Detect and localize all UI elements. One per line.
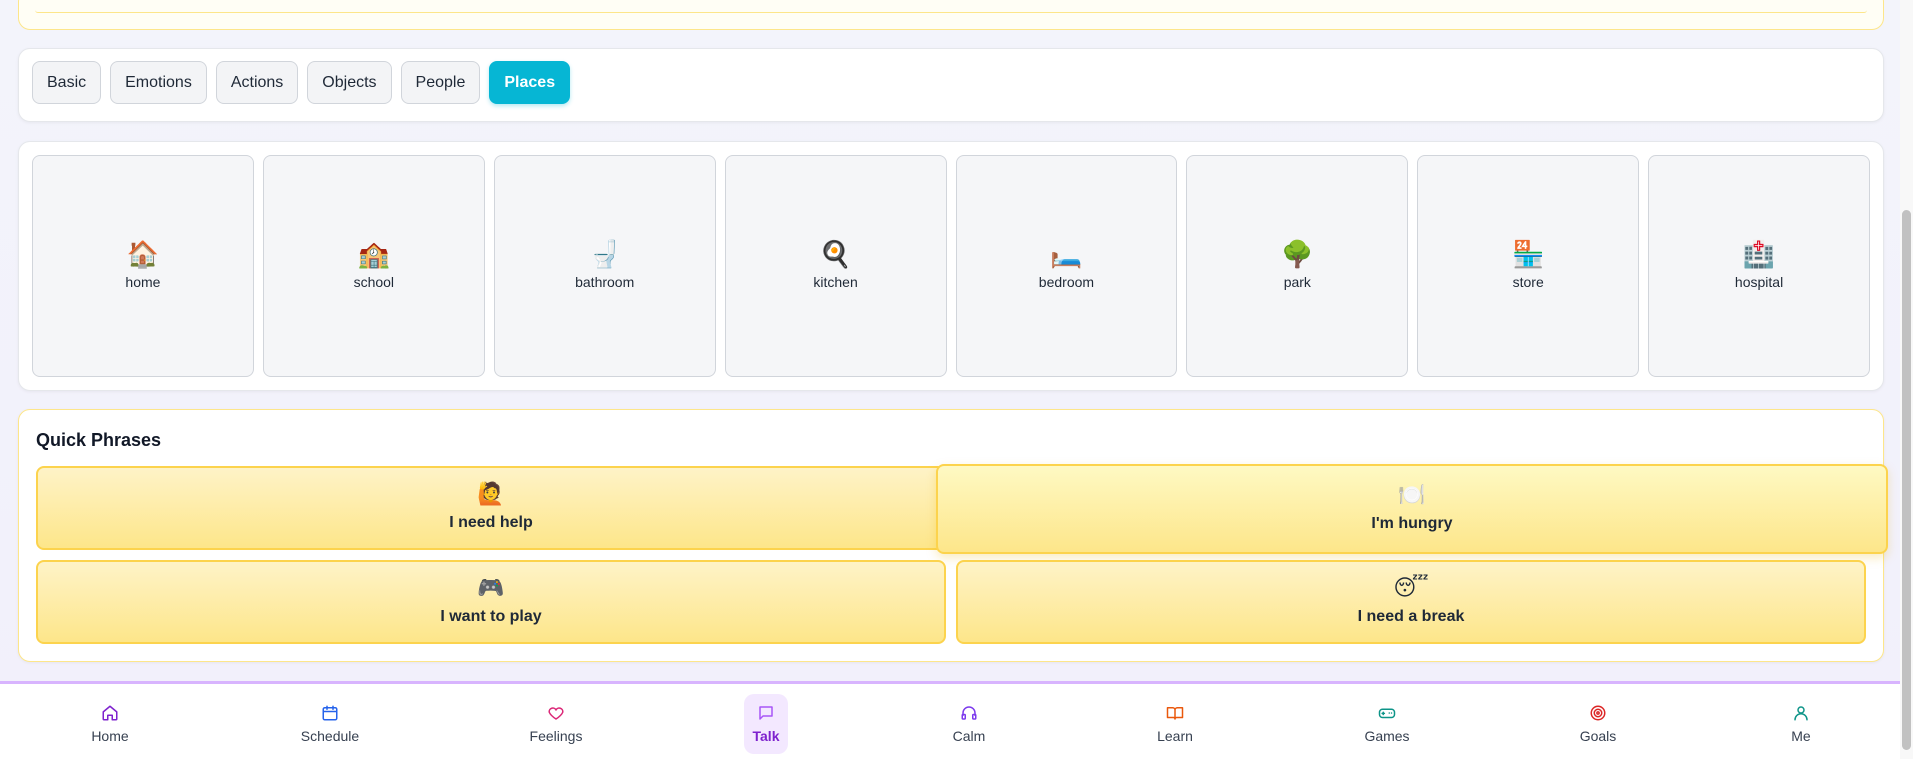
nav-learn[interactable]: Learn xyxy=(1130,694,1220,754)
place-label: hospital xyxy=(1734,274,1784,290)
page-scrollbar[interactable] xyxy=(1900,0,1913,759)
phrase-button-help[interactable]: 🙋 I need help xyxy=(36,466,946,550)
place-tile-store[interactable]: 🏪 store xyxy=(1417,155,1640,377)
phrase-button-hungry[interactable]: 🍽️ I'm hungry xyxy=(936,464,1888,554)
bottom-nav: Home Schedule Feelings Talk Calm Learn G… xyxy=(0,681,1900,759)
nav-label: Feelings xyxy=(529,728,583,744)
gamepad-icon: 🎮 xyxy=(477,576,505,601)
place-tile-school[interactable]: 🏫 school xyxy=(262,155,485,377)
nav-me[interactable]: Me xyxy=(1756,694,1846,754)
place-tile-hospital[interactable]: 🏥 hospital xyxy=(1648,155,1870,377)
phrase-label: I need help xyxy=(449,514,533,531)
nav-label: Calm xyxy=(952,728,986,744)
scrollbar-thumb[interactable] xyxy=(1902,210,1911,750)
book-icon xyxy=(1166,707,1184,720)
hospital-icon: 🏥 xyxy=(1742,240,1776,270)
nav-label: Talk xyxy=(752,728,780,744)
nav-schedule[interactable]: Schedule xyxy=(285,694,375,754)
nav-talk[interactable]: Talk xyxy=(744,694,788,754)
place-label: home xyxy=(125,274,161,290)
heart-icon xyxy=(548,707,564,720)
place-label: bedroom xyxy=(1038,274,1095,290)
house-icon: 🏠 xyxy=(126,240,160,270)
places-grid: 🏠 home 🏫 school 🚽 bathroom 🍳 kitchen 🛏️ … xyxy=(32,155,1870,377)
phrase-button-break[interactable]: 😴 I need a break xyxy=(956,560,1866,644)
previous-section-card xyxy=(18,0,1884,30)
plate-icon: 🍽️ xyxy=(1398,483,1426,508)
tab-people[interactable]: People xyxy=(400,61,481,104)
tab-actions[interactable]: Actions xyxy=(215,61,299,104)
quick-phrases-card: Quick Phrases 🙋 I need help 🍽️ I'm hungr… xyxy=(18,409,1888,662)
nav-feelings[interactable]: Feelings xyxy=(511,694,601,754)
calendar-icon xyxy=(322,705,338,721)
places-card: 🏠 home 🏫 school 🚽 bathroom 🍳 kitchen 🛏️ … xyxy=(18,141,1884,391)
category-tabs-card: Basic Emotions Actions Objects People Pl… xyxy=(18,48,1884,122)
message-icon xyxy=(759,706,773,720)
store-icon: 🏪 xyxy=(1512,240,1545,270)
phrase-button-play[interactable]: 🎮 I want to play xyxy=(36,560,946,644)
nav-label: Schedule xyxy=(300,728,360,744)
place-tile-bathroom[interactable]: 🚽 bathroom xyxy=(493,155,716,377)
tab-objects[interactable]: Objects xyxy=(307,61,392,104)
nav-label: Learn xyxy=(1157,728,1193,744)
place-label: kitchen xyxy=(813,274,858,290)
sleeping-face-icon: 😴 xyxy=(1393,576,1429,601)
nav-calm[interactable]: Calm xyxy=(924,694,1014,754)
raising-hand-icon: 🙋 xyxy=(477,482,505,507)
tree-icon: 🌳 xyxy=(1281,240,1314,270)
place-label: park xyxy=(1283,274,1311,290)
gamepad-icon xyxy=(1378,708,1396,719)
place-label: school xyxy=(353,274,395,290)
bed-icon: 🛏️ xyxy=(1050,240,1083,270)
place-tile-park[interactable]: 🌳 park xyxy=(1186,155,1409,377)
phrase-label: I want to play xyxy=(440,608,542,625)
house-icon xyxy=(102,705,118,721)
tab-places[interactable]: Places xyxy=(489,61,571,104)
place-label: store xyxy=(1512,274,1544,290)
tab-emotions[interactable]: Emotions xyxy=(110,61,207,104)
school-icon: 🏫 xyxy=(357,240,390,270)
tab-basic[interactable]: Basic xyxy=(32,61,102,104)
frying-pan-icon: 🍳 xyxy=(819,240,852,270)
phrase-label: I'm hungry xyxy=(1371,515,1453,532)
headphones-icon xyxy=(961,706,977,720)
user-icon xyxy=(1794,706,1808,721)
nav-goals[interactable]: Goals xyxy=(1553,694,1643,754)
category-tabs: Basic Emotions Actions Objects People Pl… xyxy=(32,61,571,104)
nav-label: Goals xyxy=(1579,728,1617,744)
place-label: bathroom xyxy=(575,274,635,290)
nav-label: Games xyxy=(1364,728,1410,744)
nav-home[interactable]: Home xyxy=(65,694,155,754)
nav-label: Home xyxy=(91,728,129,744)
place-tile-home[interactable]: 🏠 home xyxy=(32,155,254,377)
place-tile-bedroom[interactable]: 🛏️ bedroom xyxy=(955,155,1178,377)
quick-phrases-title: Quick Phrases xyxy=(36,430,162,450)
phrase-label: I need a break xyxy=(1357,608,1465,625)
place-tile-kitchen[interactable]: 🍳 kitchen xyxy=(724,155,947,377)
target-icon xyxy=(1590,705,1606,721)
nav-games[interactable]: Games xyxy=(1342,694,1432,754)
nav-label: Me xyxy=(1791,728,1811,744)
toilet-icon: 🚽 xyxy=(588,240,621,270)
